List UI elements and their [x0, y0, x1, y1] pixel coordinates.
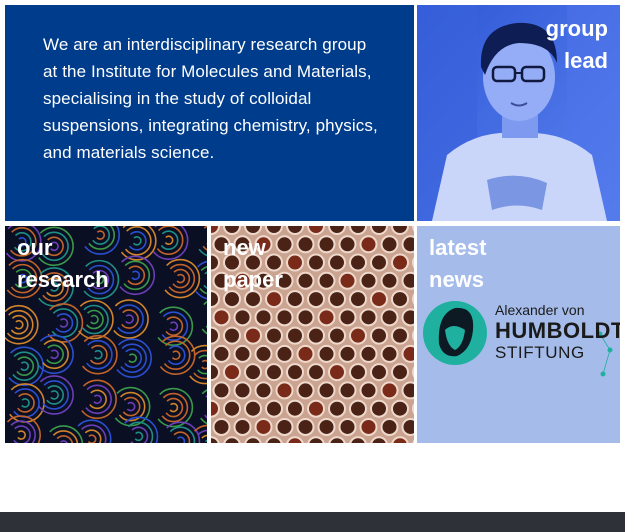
footer-bar	[0, 512, 625, 532]
our-research-label[interactable]: our research	[17, 232, 109, 296]
latest-news-tile[interactable]: latest news Alexander von HUMBOLDT STIFT…	[417, 226, 620, 443]
new-paper-label[interactable]: new paper	[223, 232, 283, 296]
humboldt-logo-text: Alexander von HUMBOLDT STIFTUNG	[495, 302, 620, 363]
our-research-label-line2: research	[17, 267, 109, 292]
group-lead-label[interactable]: group lead	[546, 13, 608, 77]
new-paper-tile[interactable]: new paper	[211, 226, 414, 443]
latest-news-label-line2: news	[429, 267, 485, 292]
humboldt-line2: HUMBOLDT	[495, 318, 620, 343]
humboldt-line1: Alexander von	[495, 302, 585, 318]
group-lead-label-line2: lead	[563, 48, 608, 73]
intro-panel: We are an interdisciplinary research gro…	[5, 5, 414, 221]
new-paper-label-line2: paper	[223, 267, 283, 292]
humboldt-line3: STIFTUNG	[495, 343, 585, 362]
latest-news-label[interactable]: latest news	[429, 232, 486, 296]
latest-news-label-line1: latest	[429, 235, 487, 260]
our-research-label-line1: our	[17, 235, 53, 260]
group-lead-label-line1: group	[545, 16, 608, 41]
new-paper-label-line1: new	[223, 235, 266, 260]
group-lead-tile[interactable]: group lead	[417, 5, 620, 221]
our-research-tile[interactable]: our research	[5, 226, 207, 443]
intro-text: We are an interdisciplinary research gro…	[43, 35, 378, 162]
